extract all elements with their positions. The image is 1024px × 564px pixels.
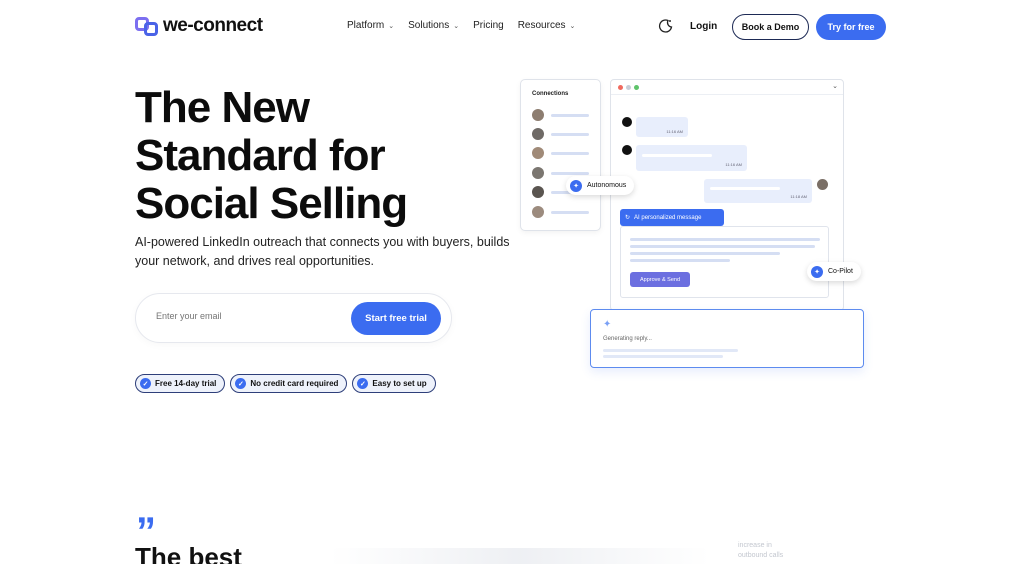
hero-title-line: Standard for (135, 131, 386, 180)
feature-badges: ✓ Free 14-day trial ✓ No credit card req… (135, 374, 436, 393)
generating-reply-card: ✦ Generating reply... (590, 309, 864, 368)
sparkle-icon: ✦ (811, 265, 823, 278)
start-free-trial-button[interactable]: Start free trial (351, 302, 441, 335)
connection-row (532, 128, 589, 140)
book-demo-button[interactable]: Book a Demo (732, 14, 809, 40)
avatar (532, 147, 544, 159)
chevron-down-icon: ⌄ (569, 22, 576, 30)
connections-card: Connections (520, 79, 601, 231)
placeholder-line (630, 245, 815, 248)
approve-send-button[interactable]: Approve & Send (630, 272, 690, 287)
badge-label: Easy to set up (372, 379, 427, 388)
hero-title-line: The New (135, 83, 310, 132)
chevron-down-icon: ⌄ (453, 22, 460, 30)
dark-mode-toggle-icon[interactable] (658, 18, 674, 34)
placeholder-line (630, 259, 730, 262)
message-time: 11:18 AM (790, 194, 807, 199)
placeholder-line (551, 113, 589, 117)
connections-title: Connections (532, 91, 569, 97)
placeholder-line (551, 132, 589, 136)
hero-title-line: Social Selling (135, 179, 408, 228)
avatar (532, 128, 544, 140)
brand-name: we-connect (163, 15, 263, 36)
avatar (622, 145, 632, 155)
nav-item-platform[interactable]: Platform ⌄ (347, 20, 394, 31)
checkmark-icon: ✓ (357, 378, 369, 389)
ai-message-draft: Approve & Send (620, 226, 829, 298)
window-dot (626, 85, 631, 90)
sparkle-icon: ✦ (570, 179, 582, 192)
autonomous-pill: ✦ Autonomous (566, 176, 635, 195)
placeholder-line (551, 210, 589, 214)
badge-label: Free 14-day trial (155, 379, 217, 388)
avatar (532, 186, 544, 198)
avatar (532, 206, 544, 218)
placeholder-line (630, 252, 780, 255)
stat-caption-line: increase in (738, 542, 772, 549)
message-bubble: 11:16 AM (636, 145, 747, 171)
pill-label: Co-Pilot (828, 268, 853, 275)
testimonial-heading: The best (135, 542, 242, 564)
connection-row (532, 206, 589, 218)
window-dot (634, 85, 639, 90)
chevron-down-icon: ⌄ (832, 83, 838, 90)
avatar (817, 179, 828, 190)
chain-link-icon (135, 15, 159, 37)
checkmark-icon: ✓ (140, 378, 151, 389)
badge-easy-setup: ✓ Easy to set up (352, 374, 436, 393)
window-dot (618, 85, 623, 90)
stat-caption-line: outbound calls (738, 552, 784, 559)
nav-label: Pricing (473, 20, 504, 31)
message-bubble: 11:16 AM (636, 117, 688, 137)
nav-item-pricing[interactable]: Pricing (473, 20, 504, 31)
placeholder-line (603, 349, 738, 352)
checkmark-icon: ✓ (235, 378, 247, 389)
testimonial-card-fade (330, 548, 710, 564)
nav-label: Solutions (408, 20, 450, 31)
nav-item-solutions[interactable]: Solutions ⌄ (408, 20, 459, 31)
badge-free-trial: ✓ Free 14-day trial (135, 374, 226, 393)
placeholder-line (630, 238, 820, 241)
badge-no-credit-card: ✓ No credit card required (230, 374, 348, 393)
copilot-pill: ✦ Co-Pilot (807, 262, 861, 281)
placeholder-line (603, 355, 723, 358)
email-input[interactable] (156, 311, 336, 321)
nav-item-resources[interactable]: Resources ⌄ (518, 20, 576, 31)
ai-tag-label: AI personalized message (634, 214, 702, 221)
placeholder-line (551, 171, 589, 175)
connection-row (532, 147, 589, 159)
hero-subtitle: AI-powered LinkedIn outreach that connec… (135, 235, 510, 268)
stat-caption: increase in outbound calls (738, 541, 783, 561)
hero-title: The New Standard for Social Selling (135, 84, 515, 228)
login-link[interactable]: Login (690, 21, 717, 32)
avatar (532, 109, 544, 121)
connection-row (532, 109, 589, 121)
refresh-icon: ↻ (625, 215, 631, 221)
email-signup-form: Start free trial (135, 293, 452, 343)
avatar (622, 117, 632, 127)
nav-label: Platform (347, 20, 385, 31)
window-titlebar: ⌄ (611, 80, 843, 95)
placeholder-line (710, 187, 780, 190)
badge-label: No credit card required (250, 379, 339, 388)
brand-logo[interactable]: we-connect (135, 15, 263, 37)
message-bubble-outgoing: 11:18 AM (704, 179, 812, 203)
pill-label: Autonomous (587, 182, 627, 189)
nav-label: Resources (517, 20, 566, 31)
generating-label: Generating reply... (603, 336, 652, 342)
try-free-button[interactable]: Try for free (816, 14, 886, 40)
placeholder-line (642, 154, 712, 157)
message-time: 11:16 AM (725, 162, 742, 167)
placeholder-line (551, 151, 589, 155)
chevron-down-icon: ⌄ (388, 22, 395, 30)
sparkle-icon: ✦ (603, 319, 612, 330)
main-nav: Platform ⌄ Solutions ⌄ Pricing Resources… (347, 20, 575, 31)
ai-personalized-tag: ↻ AI personalized message (620, 209, 724, 226)
message-time: 11:16 AM (666, 129, 683, 134)
avatar (532, 167, 544, 179)
